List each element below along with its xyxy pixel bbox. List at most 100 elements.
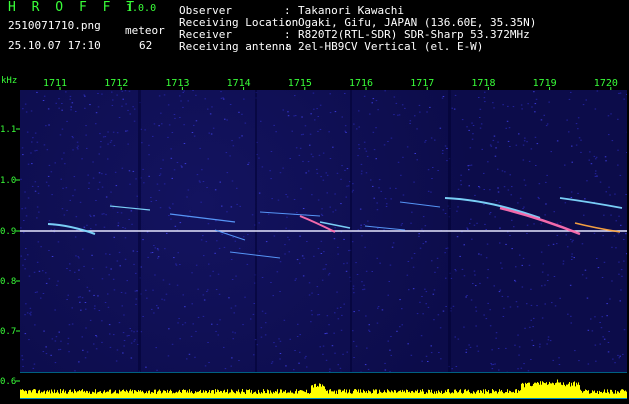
histogram-bar <box>250 393 251 398</box>
noise-speck <box>608 342 610 343</box>
noise-speck <box>621 276 623 277</box>
histogram-bar <box>37 393 38 398</box>
noise-speck <box>394 97 396 98</box>
noise-speck <box>620 356 622 357</box>
histogram-bar <box>574 381 575 398</box>
histogram-bar <box>49 390 50 398</box>
noise-speck <box>361 235 363 236</box>
noise-speck <box>116 185 118 186</box>
noise-speck <box>367 221 369 222</box>
histogram-bar <box>347 393 348 398</box>
noise-speck <box>77 146 79 147</box>
noise-speck <box>531 305 533 306</box>
noise-speck <box>361 173 363 174</box>
noise-speck <box>594 233 596 234</box>
noise-speck <box>608 331 610 332</box>
histogram-bar <box>83 392 84 398</box>
noise-speck <box>69 263 71 264</box>
noise-speck <box>194 357 196 358</box>
histogram-bar <box>385 392 386 398</box>
noise-speck <box>446 248 448 249</box>
histogram-bar <box>139 391 140 398</box>
histogram-bar <box>463 393 464 398</box>
noise-speck <box>606 303 608 304</box>
histogram-bar <box>42 392 43 398</box>
noise-speck <box>71 107 73 108</box>
histogram-bar <box>186 392 187 398</box>
histogram-bar <box>201 393 202 398</box>
histogram-bar <box>283 391 284 398</box>
histogram-bar <box>103 392 104 398</box>
noise-speck <box>114 145 116 146</box>
noise-speck <box>144 129 146 130</box>
histogram-bar <box>368 390 369 398</box>
noise-speck <box>186 358 188 359</box>
noise-speck <box>273 125 275 126</box>
noise-speck <box>553 360 555 361</box>
noise-speck <box>62 129 64 130</box>
noise-speck <box>456 211 458 212</box>
noise-speck <box>502 296 504 297</box>
noise-speck <box>120 265 122 266</box>
histogram-bar <box>408 392 409 398</box>
noise-speck <box>344 93 346 94</box>
noise-speck <box>70 99 72 100</box>
noise-speck <box>76 216 78 217</box>
noise-speck <box>284 244 286 245</box>
noise-speck <box>330 158 332 159</box>
noise-speck <box>179 117 181 118</box>
noise-speck <box>230 104 232 105</box>
noise-speck <box>34 272 36 273</box>
histogram-bar <box>335 394 336 398</box>
noise-speck <box>321 214 323 215</box>
histogram-bar <box>440 393 441 398</box>
noise-speck <box>592 330 594 331</box>
noise-speck <box>527 225 529 226</box>
noise-speck <box>213 128 215 129</box>
histogram-bar <box>108 392 109 398</box>
noise-speck <box>203 316 205 317</box>
noise-speck <box>440 128 442 129</box>
histogram-bar <box>290 391 291 398</box>
histogram-bar <box>600 392 601 398</box>
noise-speck <box>535 165 537 166</box>
histogram-bar <box>199 391 200 398</box>
noise-speck <box>326 360 328 361</box>
noise-speck <box>428 169 430 170</box>
histogram-bar <box>510 391 511 398</box>
histogram-bar <box>515 389 516 398</box>
histogram-bar <box>27 394 28 398</box>
histogram-bar <box>580 390 581 398</box>
noise-speck <box>617 119 619 120</box>
noise-speck <box>604 262 606 263</box>
noise-speck <box>600 344 602 345</box>
noise-speck <box>265 322 267 323</box>
noise-speck <box>218 335 220 336</box>
histogram-bar <box>521 384 522 398</box>
histogram-bar <box>153 393 154 398</box>
histogram-bar <box>261 392 262 398</box>
noise-speck <box>177 322 179 323</box>
noise-speck <box>334 312 336 313</box>
noise-speck <box>595 171 597 172</box>
noise-speck <box>196 265 198 266</box>
noise-speck <box>395 188 397 189</box>
noise-speck <box>273 342 275 343</box>
histogram-bar <box>390 392 391 398</box>
histogram-bar <box>562 385 563 398</box>
noise-speck <box>129 170 131 171</box>
noise-speck <box>280 341 282 342</box>
noise-speck <box>308 161 310 162</box>
noise-speck <box>342 354 344 355</box>
noise-speck <box>116 95 118 96</box>
noise-speck <box>183 92 185 93</box>
noise-speck <box>614 236 616 237</box>
noise-speck <box>206 241 208 242</box>
histogram-bar <box>439 392 440 398</box>
noise-speck <box>467 229 469 230</box>
histogram-bar <box>362 393 363 398</box>
histogram-bar <box>429 390 430 398</box>
noise-speck <box>358 310 360 311</box>
noise-speck <box>588 330 590 331</box>
histogram-bar <box>85 393 86 399</box>
